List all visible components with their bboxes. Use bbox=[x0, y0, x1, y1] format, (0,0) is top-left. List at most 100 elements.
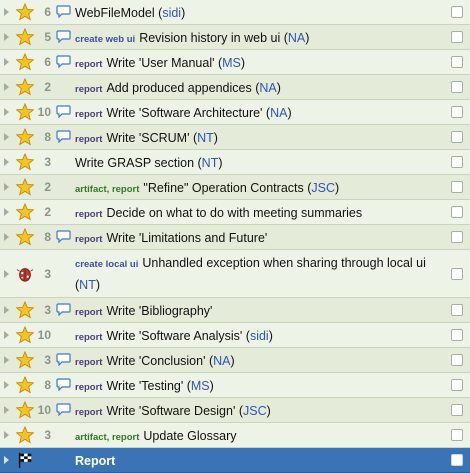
expand-arrow-icon[interactable] bbox=[4, 208, 9, 216]
comment-icon[interactable] bbox=[56, 353, 71, 366]
task-owner-link[interactable]: NT bbox=[202, 156, 219, 170]
task-checkbox[interactable] bbox=[451, 454, 463, 466]
expand-arrow-icon[interactable] bbox=[4, 158, 9, 166]
task-row[interactable]: 6 WebFileModel (sidi) bbox=[0, 0, 470, 25]
task-tags[interactable]: report bbox=[75, 407, 102, 418]
task-tags[interactable]: artifact, report bbox=[75, 184, 139, 195]
task-checkbox[interactable] bbox=[451, 206, 463, 218]
task-title: Write 'User Manual' bbox=[106, 56, 215, 70]
task-owner-link[interactable]: sidi bbox=[250, 329, 269, 343]
expand-arrow-icon[interactable] bbox=[4, 456, 9, 464]
task-checkbox[interactable] bbox=[451, 6, 463, 18]
expand-arrow-icon[interactable] bbox=[4, 183, 9, 191]
task-checkbox[interactable] bbox=[451, 81, 463, 93]
task-tags[interactable]: report bbox=[75, 84, 102, 95]
task-row[interactable]: 3 report Write 'Conclusion' (NA) bbox=[0, 348, 470, 373]
task-tags[interactable]: create local ui bbox=[75, 259, 138, 270]
task-row[interactable]: 3 report Write 'Bibliography' bbox=[0, 298, 470, 323]
task-checkbox[interactable] bbox=[451, 181, 463, 193]
task-row[interactable]: 2 report Decide on what to do with meeting… bbox=[0, 200, 470, 225]
task-owner-link[interactable]: NT bbox=[79, 278, 96, 292]
task-content: report Write 'Software Analysis' (sidi) bbox=[75, 329, 273, 343]
task-row[interactable]: 5 create web ui Revision history in web ui… bbox=[0, 25, 470, 50]
comment-icon[interactable] bbox=[56, 303, 71, 316]
task-owner-link[interactable]: NT bbox=[197, 131, 214, 145]
task-tags[interactable]: report bbox=[75, 109, 102, 120]
expand-arrow-icon[interactable] bbox=[4, 233, 9, 241]
expand-arrow-icon[interactable] bbox=[4, 306, 9, 314]
task-checkbox[interactable] bbox=[451, 404, 463, 416]
task-row[interactable]: 8 report Write 'Testing' (MS) bbox=[0, 373, 470, 398]
task-row[interactable]: 8 report Write 'SCRUM' (NT) bbox=[0, 125, 470, 150]
task-checkbox[interactable] bbox=[451, 379, 463, 391]
task-tags[interactable]: create web ui bbox=[75, 34, 135, 45]
task-tags[interactable]: report bbox=[75, 209, 102, 220]
task-tags[interactable]: report bbox=[75, 332, 102, 343]
expand-arrow-icon[interactable] bbox=[4, 331, 9, 339]
expand-arrow-icon[interactable] bbox=[4, 58, 9, 66]
task-checkbox[interactable] bbox=[451, 429, 463, 441]
task-checkbox[interactable] bbox=[451, 329, 463, 341]
task-row[interactable]: 3 Write GRASP section (NT) bbox=[0, 150, 470, 175]
task-tags[interactable]: report bbox=[75, 134, 102, 145]
task-owner-link[interactable]: JSC bbox=[243, 404, 267, 418]
expand-arrow-icon[interactable] bbox=[4, 33, 9, 41]
expand-arrow-icon[interactable] bbox=[4, 431, 9, 439]
task-owner-link[interactable]: NA bbox=[270, 106, 287, 120]
task-tags[interactable]: report bbox=[75, 59, 102, 70]
comment-icon[interactable] bbox=[56, 378, 71, 391]
task-checkbox[interactable] bbox=[451, 267, 463, 280]
expand-arrow-icon[interactable] bbox=[4, 406, 9, 414]
task-checkbox[interactable] bbox=[451, 156, 463, 168]
task-checkbox[interactable] bbox=[451, 131, 463, 143]
task-tags[interactable]: report bbox=[75, 234, 102, 245]
story-points-count: 10 bbox=[37, 403, 51, 417]
task-owner-link[interactable]: NA bbox=[288, 31, 305, 45]
task-row[interactable]: 10 report Write 'Software Architecture' (N… bbox=[0, 100, 470, 125]
story-points-count: 10 bbox=[37, 328, 51, 342]
task-owner-link[interactable]: MS bbox=[222, 56, 241, 70]
task-owner-link[interactable]: NA bbox=[259, 81, 276, 95]
task-owner-link[interactable]: MS bbox=[191, 379, 210, 393]
task-checkbox[interactable] bbox=[451, 354, 463, 366]
comment-icon[interactable] bbox=[56, 105, 71, 118]
task-tags[interactable]: report bbox=[75, 307, 102, 318]
task-row[interactable]: 2 report Add produced appendices (NA) bbox=[0, 75, 470, 100]
task-tags[interactable]: report bbox=[75, 382, 102, 393]
comment-icon[interactable] bbox=[56, 55, 71, 68]
expand-arrow-icon[interactable] bbox=[4, 108, 9, 116]
comment-icon[interactable] bbox=[56, 30, 71, 43]
star-icon bbox=[16, 301, 34, 319]
task-checkbox[interactable] bbox=[451, 31, 463, 43]
comment-icon[interactable] bbox=[56, 230, 71, 243]
expand-arrow-icon[interactable] bbox=[4, 133, 9, 141]
task-checkbox[interactable] bbox=[451, 231, 463, 243]
task-row[interactable]: 2 artifact, report "Refine" Operation Cont… bbox=[0, 175, 470, 200]
task-row[interactable]: 10 report Write 'Software Design' (JSC) bbox=[0, 398, 470, 423]
task-owner-link[interactable]: NA bbox=[213, 354, 230, 368]
expand-arrow-icon[interactable] bbox=[4, 8, 9, 16]
expand-arrow-icon[interactable] bbox=[4, 83, 9, 91]
task-tags[interactable]: artifact, report bbox=[75, 432, 139, 443]
task-row-selected[interactable]: Report bbox=[0, 448, 470, 473]
task-owner-link[interactable]: JSC bbox=[311, 181, 335, 195]
task-row[interactable]: 3 artifact, report Update Glossary bbox=[0, 423, 470, 448]
task-row[interactable]: 6 report Write 'User Manual' (MS) bbox=[0, 50, 470, 75]
expand-arrow-icon[interactable] bbox=[4, 269, 9, 278]
task-content: report Write 'Bibliography' bbox=[75, 303, 446, 321]
task-row[interactable]: 10 report Write 'Software Analysis' (sidi) bbox=[0, 323, 470, 348]
task-checkbox[interactable] bbox=[451, 106, 463, 118]
task-content: WebFileModel (sidi) bbox=[75, 6, 186, 20]
task-owner-link[interactable]: sidi bbox=[162, 6, 181, 20]
task-checkbox[interactable] bbox=[451, 56, 463, 68]
task-title: Revision history in web ui bbox=[139, 31, 281, 45]
comment-icon[interactable] bbox=[56, 130, 71, 143]
comment-icon[interactable] bbox=[56, 5, 71, 18]
expand-arrow-icon[interactable] bbox=[4, 381, 9, 389]
expand-arrow-icon[interactable] bbox=[4, 356, 9, 364]
task-row[interactable]: 3 create local ui Unhandled exception when… bbox=[0, 250, 470, 298]
task-tags[interactable]: report bbox=[75, 357, 102, 368]
comment-icon[interactable] bbox=[56, 403, 71, 416]
task-checkbox[interactable] bbox=[451, 304, 463, 316]
task-row[interactable]: 8 report Write 'Limitations and Future' bbox=[0, 225, 470, 250]
